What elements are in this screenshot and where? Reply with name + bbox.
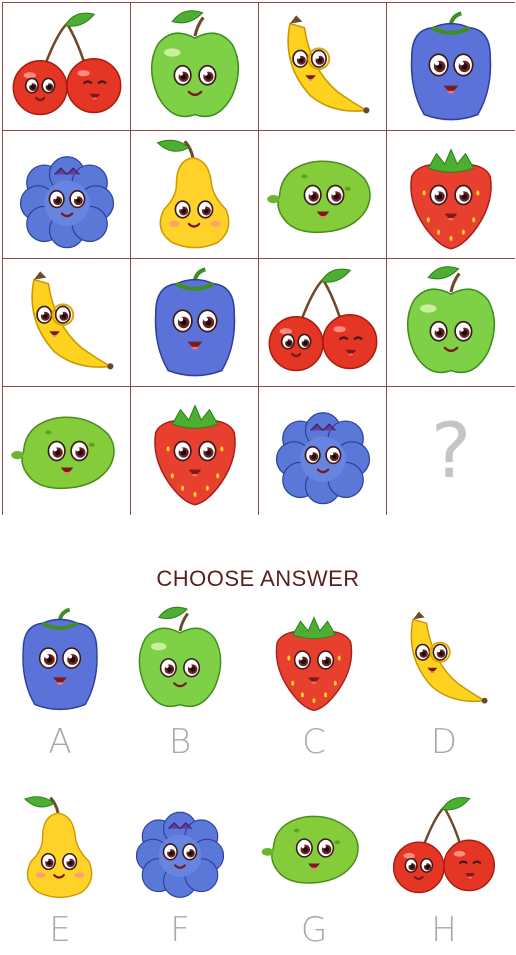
answer-option-a[interactable] [0, 600, 120, 720]
missing-cell[interactable]: ? [386, 386, 515, 515]
answer-letter-g[interactable]: G [254, 910, 374, 950]
grid-cell[interactable] [130, 258, 259, 387]
grid-cell[interactable] [386, 2, 515, 131]
answer-letter-e[interactable]: E [0, 910, 120, 950]
grid-cell[interactable] [386, 130, 515, 259]
grid-cell[interactable] [130, 130, 259, 259]
question-mark-icon: ? [430, 406, 472, 495]
answer-option-b[interactable] [120, 600, 240, 720]
lime-icon [259, 131, 387, 259]
banana-icon [3, 259, 131, 387]
answer-option-e[interactable] [0, 788, 120, 908]
grid-cell[interactable] [258, 258, 387, 387]
grid-cell[interactable] [386, 258, 515, 387]
grid-cell[interactable] [2, 130, 131, 259]
answer-option-h[interactable] [384, 788, 504, 908]
grid-cell[interactable] [258, 2, 387, 131]
blueberry-icon [259, 387, 387, 515]
answer-option-f[interactable] [120, 788, 240, 908]
answer-option-c[interactable] [254, 600, 374, 720]
strawberry-icon [254, 600, 374, 720]
answer-letter-h[interactable]: H [384, 910, 504, 950]
choose-answer-title: CHOOSE ANSWER [156, 566, 360, 591]
grid-cell[interactable] [258, 130, 387, 259]
strawberry-icon [387, 131, 515, 259]
answer-letter-f[interactable]: F [120, 910, 240, 950]
pepper-icon [131, 259, 259, 387]
apple-icon [131, 3, 259, 131]
answer-option-g[interactable] [254, 788, 374, 908]
lime-icon [3, 387, 131, 515]
pear-icon [0, 788, 120, 908]
pepper-icon [387, 3, 515, 131]
grid-cell[interactable] [2, 258, 131, 387]
answer-letter-a[interactable]: A [0, 722, 120, 762]
grid-cell[interactable] [258, 386, 387, 515]
apple-icon [387, 259, 515, 387]
strawberry-icon [131, 387, 259, 515]
answer-letter-d[interactable]: D [384, 722, 504, 762]
cherry-icon [384, 788, 504, 908]
puzzle-grid: ? [2, 2, 515, 515]
answer-letter-c[interactable]: C [254, 722, 374, 762]
answer-option-d[interactable] [384, 600, 504, 720]
grid-cell[interactable] [2, 386, 131, 515]
banana-icon [384, 600, 504, 720]
grid-cell[interactable] [2, 2, 131, 131]
cherry-icon [259, 259, 387, 387]
grid-cell[interactable] [130, 386, 259, 515]
banana-icon [259, 3, 387, 131]
blueberry-icon [3, 131, 131, 259]
answer-letter-b[interactable]: B [120, 722, 240, 762]
blueberry-icon [120, 788, 240, 908]
pepper-icon [0, 600, 120, 720]
cherry-icon [3, 3, 131, 131]
grid-cell[interactable] [130, 2, 259, 131]
apple-icon [120, 600, 240, 720]
pear-icon [131, 131, 259, 259]
lime-icon [254, 788, 374, 908]
